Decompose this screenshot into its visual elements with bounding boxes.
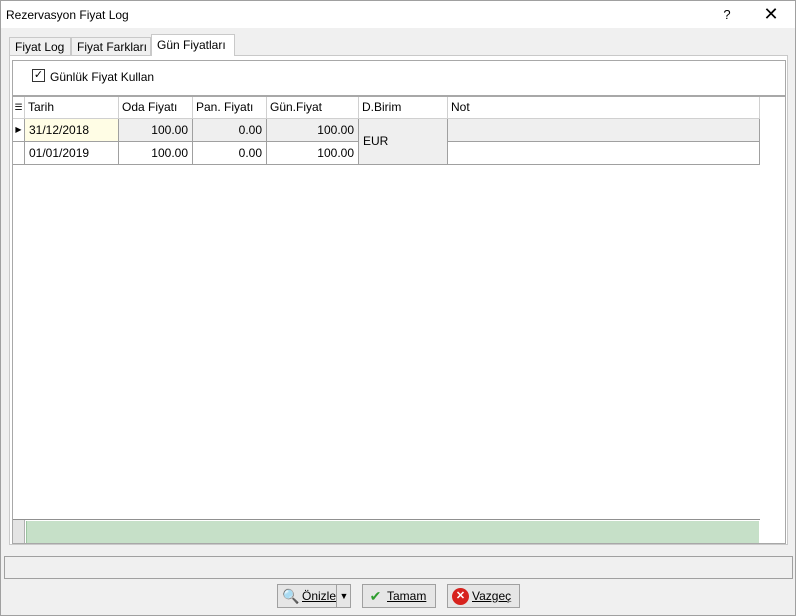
gunluk-fiyat-checkbox[interactable]: ✓ bbox=[32, 69, 45, 82]
tab-fiyat-log[interactable]: Fiyat Log bbox=[9, 37, 71, 56]
gunluk-fiyat-label[interactable]: Günlük Fiyat Kullan bbox=[50, 70, 154, 84]
cancel-button-label: Vazgeç bbox=[472, 589, 512, 603]
chevron-down-icon[interactable]: ▼ bbox=[336, 585, 351, 607]
cell-pan-fiyati-row-1[interactable]: 0.00 bbox=[193, 119, 267, 142]
preview-button[interactable]: 🔍 Önizle ▼ bbox=[277, 584, 351, 608]
column-header-d-birim[interactable]: D.Birim bbox=[359, 97, 448, 119]
cancel-x-icon: ✕ bbox=[452, 588, 469, 605]
help-button[interactable]: ? bbox=[705, 1, 749, 28]
column-header-not[interactable]: Not bbox=[448, 97, 760, 119]
cell-oda-fiyati-row-1[interactable]: 100.00 bbox=[119, 119, 193, 142]
cell-gun-fiyat-row-2[interactable]: 100.00 bbox=[267, 142, 359, 165]
dialog-window: Rezervasyon Fiyat Log ? ✕ Fiyat Log Fiya… bbox=[0, 0, 796, 616]
cell-d-birim-merged[interactable]: EUR bbox=[359, 119, 448, 165]
cancel-button[interactable]: ✕ Vazgeç bbox=[447, 584, 520, 608]
price-grid: ☰ Tarih Oda Fiyatı Pan. Fiyatı Gün.Fiyat… bbox=[12, 96, 786, 544]
preview-magnifier-icon: 🔍 bbox=[282, 588, 300, 604]
title-bar: Rezervasyon Fiyat Log ? ✕ bbox=[1, 1, 795, 28]
window-title: Rezervasyon Fiyat Log bbox=[6, 8, 129, 22]
columns-menu-icon[interactable]: ☰ bbox=[13, 97, 25, 119]
tab-fiyat-farklari[interactable]: Fiyat Farkları bbox=[71, 37, 151, 56]
preview-button-label: Önizle bbox=[302, 589, 337, 603]
column-header-tarih[interactable]: Tarih bbox=[25, 97, 119, 119]
column-header-oda-fiyati[interactable]: Oda Fiyatı bbox=[119, 97, 193, 119]
cell-tarih-row-2[interactable]: 01/01/2019 bbox=[25, 142, 119, 165]
cell-pan-fiyati-row-2[interactable]: 0.00 bbox=[193, 142, 267, 165]
cell-oda-fiyati-row-2[interactable]: 100.00 bbox=[119, 142, 193, 165]
ok-button[interactable]: ✔ Tamam bbox=[362, 584, 436, 608]
tab-panel-gun-fiyatlari: ✓ Günlük Fiyat Kullan ☰ Tarih Oda Fiyatı… bbox=[9, 55, 788, 545]
row-indicator bbox=[13, 142, 25, 165]
cell-not-row-1[interactable] bbox=[448, 119, 760, 142]
row-pointer-icon: ▶ bbox=[13, 119, 25, 142]
checkmark-icon: ✔ bbox=[369, 588, 382, 604]
footer-indicator bbox=[13, 520, 25, 543]
ok-button-label: Tamam bbox=[387, 589, 427, 603]
tab-gun-fiyatlari[interactable]: Gün Fiyatları bbox=[151, 34, 235, 56]
status-bar bbox=[4, 556, 793, 579]
footer-summary-bar bbox=[26, 521, 759, 543]
column-header-pan-fiyati[interactable]: Pan. Fiyatı bbox=[193, 97, 267, 119]
close-button[interactable]: ✕ bbox=[749, 1, 793, 28]
cell-tarih-row-1[interactable]: 31/12/2018 bbox=[25, 119, 119, 142]
cell-not-row-2[interactable] bbox=[448, 142, 760, 165]
cell-gun-fiyat-row-1[interactable]: 100.00 bbox=[267, 119, 359, 142]
column-header-gun-fiyat[interactable]: Gün.Fiyat bbox=[267, 97, 359, 119]
grid-footer bbox=[13, 519, 760, 543]
options-row: ✓ Günlük Fiyat Kullan bbox=[12, 60, 786, 96]
